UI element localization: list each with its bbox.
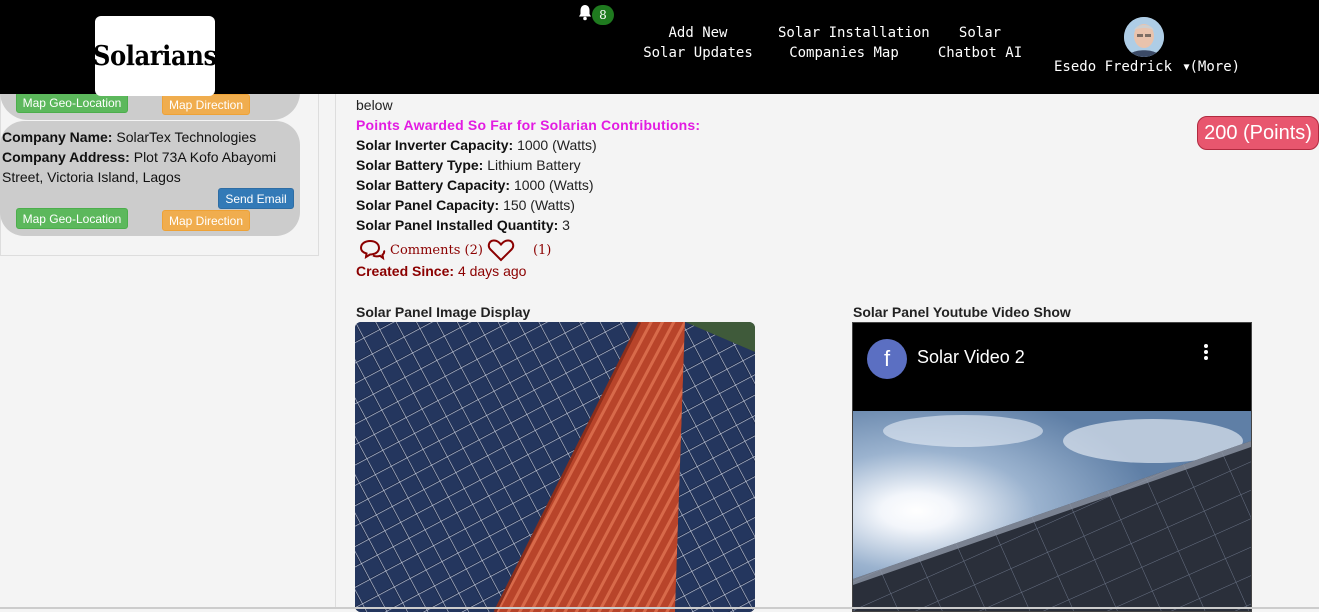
company-address: Company Address: Plot 73A Kofo Abayomi: [2, 147, 276, 167]
likes-count: (1): [532, 242, 552, 258]
created-since: Created Since: 4 days ago: [356, 263, 526, 279]
user-avatar[interactable]: [1124, 17, 1164, 57]
channel-avatar[interactable]: f: [867, 339, 907, 379]
company-address-label: Company Address:: [2, 149, 130, 165]
nav-label: Solar Installation: [778, 25, 930, 41]
spec-label: Solar Panel Installed Quantity:: [356, 217, 559, 233]
company-name: Company Name: SolarTex Technologies: [2, 127, 256, 147]
company-address-line1: Plot 73A Kofo Abayomi: [133, 149, 277, 165]
spec-label: Solar Inverter Capacity:: [356, 137, 514, 153]
nav-solar-installation-companies-map[interactable]: Solar Installation Companies Map: [778, 23, 930, 63]
spec-battery-capacity: Solar Battery Capacity: 1000 (Watts): [356, 177, 594, 193]
comments-likes-row: Comments (2) (1): [358, 236, 551, 264]
image-section-title: Solar Panel Image Display: [356, 304, 531, 320]
notification-count-badge[interactable]: 8: [592, 5, 614, 25]
points-badge: 200 (Points): [1197, 116, 1319, 150]
comments-icon[interactable]: [358, 239, 386, 261]
post-text-below: below: [356, 97, 393, 113]
spec-value: 1000 (Watts): [517, 137, 597, 153]
company-name-value: SolarTex Technologies: [116, 129, 257, 145]
nav-add-new-solar-updates[interactable]: Add New Solar Updates: [642, 23, 754, 63]
video-title[interactable]: Solar Video 2: [917, 347, 1025, 368]
nav-label: Chatbot AI: [937, 45, 1023, 61]
video-thumbnail[interactable]: [853, 411, 1251, 611]
nav-label: Add New: [668, 25, 728, 41]
spec-panel-quantity: Solar Panel Installed Quantity: 3: [356, 217, 570, 233]
created-value: 4 days ago: [457, 263, 527, 279]
solar-panel-image[interactable]: [355, 322, 755, 612]
spec-value: 3: [562, 217, 570, 233]
map-geo-location-button[interactable]: Map Geo-Location: [16, 208, 128, 229]
nav-label: Companies Map: [789, 45, 899, 61]
column-divider: [335, 94, 336, 609]
created-label: Created Since:: [356, 263, 455, 279]
spec-battery-type: Solar Battery Type: Lithium Battery: [356, 157, 581, 173]
user-menu[interactable]: Esedo Fredrick ▼(More): [1054, 59, 1240, 75]
heart-icon[interactable]: [487, 238, 515, 262]
more-vertical-icon[interactable]: [1203, 343, 1209, 361]
company-address-line2: Street, Victoria Island, Lagos: [2, 169, 181, 185]
nav-solar-chatbot-ai[interactable]: Solar Chatbot AI: [936, 23, 1024, 63]
nav-label: Solar Updates: [643, 45, 753, 61]
comments-link[interactable]: Comments (2): [390, 243, 483, 258]
spec-panel-capacity: Solar Panel Capacity: 150 (Watts): [356, 197, 575, 213]
spec-label: Solar Panel Capacity:: [356, 197, 500, 213]
spec-inverter-capacity: Solar Inverter Capacity: 1000 (Watts): [356, 137, 597, 153]
spec-value: 1000 (Watts): [513, 177, 594, 193]
youtube-video-player[interactable]: f Solar Video 2: [852, 322, 1252, 612]
solarians-logo[interactable]: Solarians: [93, 16, 217, 96]
company-card: Company Name: SolarTex Technologies Comp…: [0, 121, 300, 236]
spec-label: Solar Battery Capacity:: [356, 177, 511, 193]
map-direction-button[interactable]: Map Direction: [162, 94, 250, 115]
user-name: Esedo Fredrick: [1054, 59, 1173, 75]
bell-icon[interactable]: [577, 4, 593, 21]
spec-value: 150 (Watts): [503, 197, 575, 213]
company-name-label: Company Name:: [2, 129, 113, 145]
spec-label: Solar Battery Type:: [356, 157, 484, 173]
nav-label: Solar: [958, 25, 1002, 41]
send-email-button[interactable]: Send Email: [218, 188, 294, 209]
spec-value: Lithium Battery: [487, 157, 581, 173]
video-section-title: Solar Panel Youtube Video Show: [853, 304, 1071, 320]
logo-text: Solarians: [93, 40, 217, 72]
points-heading: Points Awarded So Far for Solarian Contr…: [356, 117, 701, 133]
more-label: (More): [1189, 59, 1241, 75]
map-direction-button[interactable]: Map Direction: [162, 210, 250, 231]
